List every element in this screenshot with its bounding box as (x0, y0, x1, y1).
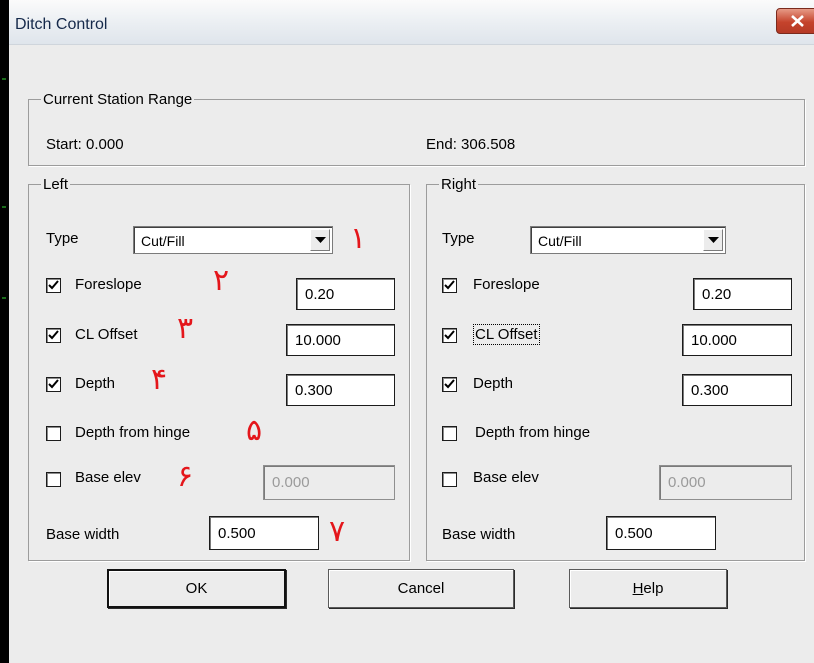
left-depth-field[interactable] (286, 374, 395, 406)
right-type-label: Type (442, 230, 475, 247)
left-depth-from-hinge-checkbox[interactable] (46, 426, 61, 441)
left-cl-offset-field[interactable] (286, 324, 395, 356)
right-type-value: Cut/Fill (538, 233, 582, 249)
checkmark-icon (444, 379, 455, 389)
cancel-button[interactable]: Cancel (328, 569, 514, 608)
ditch-control-dialog: Ditch Control Current Station Range Star… (9, 0, 814, 663)
right-cl-offset-field[interactable] (682, 324, 792, 356)
chevron-down-icon (708, 237, 719, 243)
help-button[interactable]: Help (569, 569, 727, 608)
left-type-value: Cut/Fill (141, 233, 185, 249)
right-foreslope-checkbox[interactable] (442, 278, 457, 293)
ok-button[interactable]: OK (107, 569, 286, 608)
left-base-elev-checkbox[interactable] (46, 472, 61, 487)
close-button[interactable] (776, 8, 814, 34)
right-depth-input[interactable] (691, 375, 789, 405)
right-depth-field[interactable] (682, 374, 792, 406)
station-range-group: Current Station Range (28, 91, 805, 166)
left-cl-offset-label: CL Offset (75, 326, 138, 343)
annotation-6: ۶ (177, 459, 194, 494)
left-cl-offset-checkbox[interactable] (46, 328, 61, 343)
left-base-width-label: Base width (46, 526, 120, 543)
right-base-elev-input (668, 466, 789, 499)
right-base-elev-checkbox[interactable] (442, 472, 457, 487)
right-base-width-label: Base width (442, 526, 516, 543)
annotation-3: ٣ (177, 311, 194, 346)
station-range-legend: Current Station Range (43, 91, 193, 108)
annotation-1: ١ (350, 221, 367, 256)
right-foreslope-label: Foreslope (473, 276, 540, 293)
title-bar[interactable]: Ditch Control (9, 0, 814, 45)
left-legend: Left (43, 176, 69, 193)
right-depth-from-hinge-label: Depth from hinge (475, 424, 591, 441)
left-type-label: Type (46, 230, 79, 247)
right-cl-offset-checkbox[interactable] (442, 328, 457, 343)
left-type-select[interactable]: Cut/Fill (133, 226, 333, 254)
annotation-7: ٧ (329, 514, 346, 549)
left-base-elev-field (263, 465, 395, 500)
left-base-elev-label: Base elev (75, 469, 141, 486)
right-base-width-input[interactable] (615, 517, 713, 549)
annotation-4: ۴ (151, 362, 168, 397)
right-foreslope-input[interactable] (702, 279, 789, 309)
right-legend: Right (441, 176, 477, 193)
right-base-elev-label: Base elev (473, 469, 539, 486)
left-base-elev-input (272, 466, 392, 499)
left-foreslope-label: Foreslope (75, 276, 142, 293)
window-title: Ditch Control (15, 16, 108, 33)
left-cl-offset-input[interactable] (295, 325, 392, 355)
right-depth-from-hinge-checkbox[interactable] (442, 426, 457, 441)
right-cl-offset-label: CL Offset (473, 324, 540, 345)
checkmark-icon (48, 280, 59, 290)
chevron-down-icon (315, 237, 326, 243)
right-cl-offset-input[interactable] (691, 325, 789, 355)
right-depth-label: Depth (473, 375, 514, 392)
checkmark-icon (444, 280, 455, 290)
right-depth-checkbox[interactable] (442, 377, 457, 392)
left-foreslope-checkbox[interactable] (46, 278, 61, 293)
left-depth-checkbox[interactable] (46, 377, 61, 392)
annotation-5: ۵ (246, 413, 263, 448)
close-icon (791, 15, 804, 27)
left-base-width-input[interactable] (218, 517, 316, 549)
checkmark-icon (444, 330, 455, 340)
left-type-dropdown-button[interactable] (310, 229, 330, 251)
left-base-width-field[interactable] (209, 516, 319, 550)
right-base-elev-field (659, 465, 792, 500)
right-type-dropdown-button[interactable] (703, 229, 723, 251)
checkmark-icon (48, 379, 59, 389)
right-type-select[interactable]: Cut/Fill (530, 226, 726, 254)
left-depth-from-hinge-label: Depth from hinge (75, 424, 191, 441)
left-depth-input[interactable] (295, 375, 392, 405)
end-value: End: 306.508 (426, 136, 516, 153)
start-value: Start: 0.000 (46, 136, 124, 153)
left-depth-label: Depth (75, 375, 116, 392)
help-accelerator: H (632, 580, 644, 597)
left-foreslope-field[interactable] (296, 278, 395, 310)
left-foreslope-input[interactable] (305, 279, 392, 309)
help-label-rest: elp (643, 580, 664, 597)
annotation-2: ٢ (213, 263, 230, 298)
checkmark-icon (48, 330, 59, 340)
right-foreslope-field[interactable] (693, 278, 792, 310)
right-base-width-field[interactable] (606, 516, 716, 550)
left-window-edge (0, 0, 9, 663)
